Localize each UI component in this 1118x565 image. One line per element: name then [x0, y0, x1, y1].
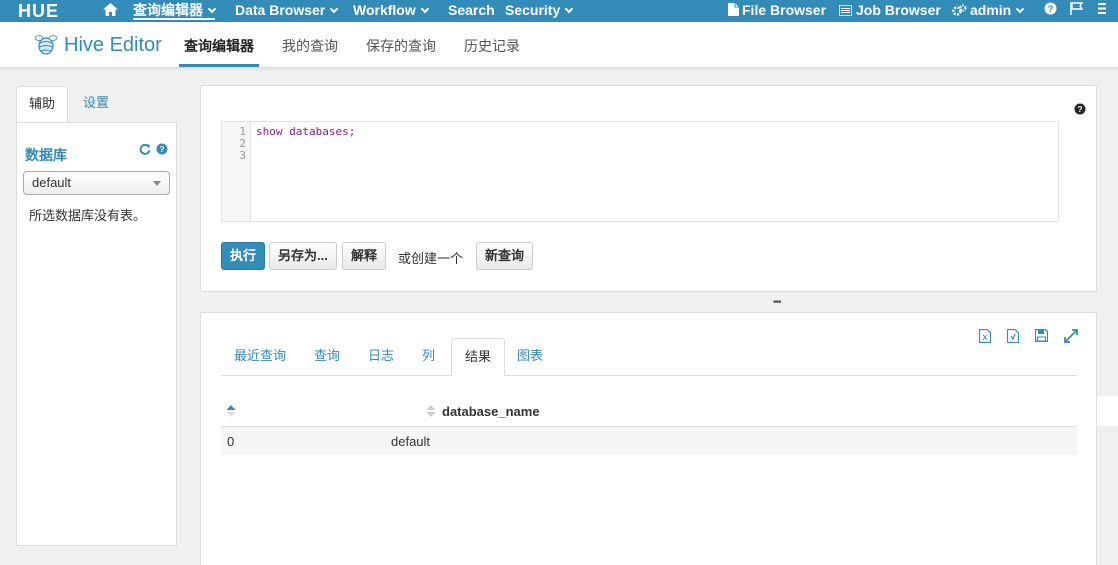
- caret-down-icon: [153, 181, 161, 186]
- subtab-my-queries[interactable]: 我的查询: [282, 36, 338, 67]
- table-row[interactable]: 0 default: [221, 427, 1077, 455]
- top-navbar: HUE 查询编辑器 Data Browser Workflow Search S…: [0, 0, 1118, 22]
- chevron-down-icon: [207, 4, 217, 14]
- help-icon[interactable]: ?: [1074, 103, 1086, 118]
- hive-bee-icon: [34, 35, 58, 55]
- file-browser-label: File Browser: [742, 2, 827, 18]
- tab-query[interactable]: 查询: [301, 338, 353, 376]
- database-select-value: default: [32, 175, 72, 190]
- tab-settings[interactable]: 设置: [71, 86, 121, 123]
- nav-query-editor[interactable]: 查询编辑器: [133, 2, 217, 20]
- sidebar-panel: 数据库 ? default 所选数据库没有表。: [16, 122, 177, 546]
- nav-data-browser-label: Data Browser: [235, 2, 326, 18]
- svg-text:HUE: HUE: [18, 2, 59, 20]
- results-card: X 最近查询 查询 日志 列 结果 图表 database_name 0 def…: [200, 312, 1097, 565]
- app-subheader: Hive Editor 查询编辑器 我的查询 保存的查询 历史记录: [0, 22, 1118, 68]
- app-title[interactable]: Hive Editor: [34, 32, 162, 58]
- resize-handle[interactable]: •••: [773, 297, 781, 308]
- user-label: admin: [970, 2, 1012, 18]
- subtab-saved-queries[interactable]: 保存的查询: [366, 36, 436, 67]
- row-index: 0: [227, 434, 235, 449]
- tab-results[interactable]: 结果: [451, 338, 506, 376]
- tab-columns[interactable]: 列: [409, 338, 448, 376]
- hue-logo[interactable]: HUE: [18, 2, 74, 20]
- nav-file-browser[interactable]: File Browser: [728, 2, 826, 20]
- database-select[interactable]: default: [23, 171, 170, 195]
- sort-asc-icon[interactable]: [226, 404, 236, 418]
- svg-text:?: ?: [159, 144, 164, 154]
- help-icon[interactable]: ?: [1044, 2, 1057, 20]
- table-header: database_name: [221, 395, 1077, 427]
- help-icon[interactable]: ?: [156, 143, 168, 155]
- nav-workflow[interactable]: Workflow: [353, 2, 429, 20]
- line-numbers: 1 2 3: [222, 122, 251, 221]
- database-actions: ?: [139, 143, 168, 155]
- results-table: database_name 0 default: [221, 395, 1077, 455]
- nav-security-label: Security: [505, 2, 561, 18]
- nav-workflow-label: Workflow: [353, 2, 416, 18]
- nav-security[interactable]: Security: [505, 2, 574, 20]
- app-name: Hive Editor: [64, 33, 162, 56]
- database-title: 数据库: [25, 147, 67, 163]
- execute-button[interactable]: 执行: [221, 242, 266, 270]
- no-tables-message: 所选数据库没有表。: [29, 208, 147, 223]
- nav-job-browser[interactable]: Job Browser: [838, 2, 941, 20]
- chevron-down-icon: [420, 4, 429, 14]
- menu-icon[interactable]: [1098, 2, 1106, 20]
- subtab-query-editor[interactable]: 查询编辑器: [179, 36, 259, 67]
- sort-icon[interactable]: [426, 404, 436, 418]
- nav-data-browser[interactable]: Data Browser: [235, 2, 339, 20]
- overlay-block: [1097, 396, 1118, 426]
- home-icon[interactable]: [102, 2, 119, 20]
- nav-query-editor-label: 查询编辑器: [133, 2, 203, 18]
- explain-button[interactable]: 解释: [342, 242, 387, 270]
- nav-search-label: Search: [448, 2, 495, 18]
- subtab-history[interactable]: 历史记录: [464, 36, 520, 67]
- chevron-down-icon: [565, 4, 574, 14]
- nav-search[interactable]: Search: [448, 2, 495, 20]
- job-browser-label: Job Browser: [856, 2, 941, 18]
- tab-log[interactable]: 日志: [355, 338, 407, 376]
- new-query-button[interactable]: 新查询: [476, 242, 534, 270]
- flag-icon[interactable]: [1070, 2, 1084, 20]
- chevron-down-icon: [330, 4, 339, 14]
- cell-database-name: default: [391, 434, 431, 449]
- nav-user-menu[interactable]: admin: [952, 2, 1025, 20]
- column-header-database-name[interactable]: database_name: [442, 404, 540, 419]
- or-create-text: 或创建一个: [398, 251, 464, 266]
- svg-text:?: ?: [1048, 4, 1054, 14]
- tab-assist[interactable]: 辅助: [16, 86, 69, 123]
- tab-recent-queries[interactable]: 最近查询: [221, 338, 299, 376]
- code-text[interactable]: show databases;: [256, 126, 355, 138]
- code-editor[interactable]: 1 2 3 show databases;: [221, 121, 1059, 222]
- query-editor-card: ? 1 2 3 show databases; 执行 另存为... 解释 或创建…: [200, 85, 1097, 292]
- save-as-button[interactable]: 另存为...: [269, 242, 337, 270]
- results-tabs: 最近查询 查询 日志 列 结果 图表: [221, 338, 1077, 376]
- file-icon: [728, 3, 739, 16]
- refresh-icon[interactable]: [139, 143, 151, 155]
- gears-icon: [952, 4, 967, 16]
- tab-chart[interactable]: 图表: [504, 338, 556, 376]
- list-icon: [838, 4, 853, 17]
- chevron-down-icon: [1015, 4, 1025, 14]
- svg-text:?: ?: [1077, 104, 1082, 114]
